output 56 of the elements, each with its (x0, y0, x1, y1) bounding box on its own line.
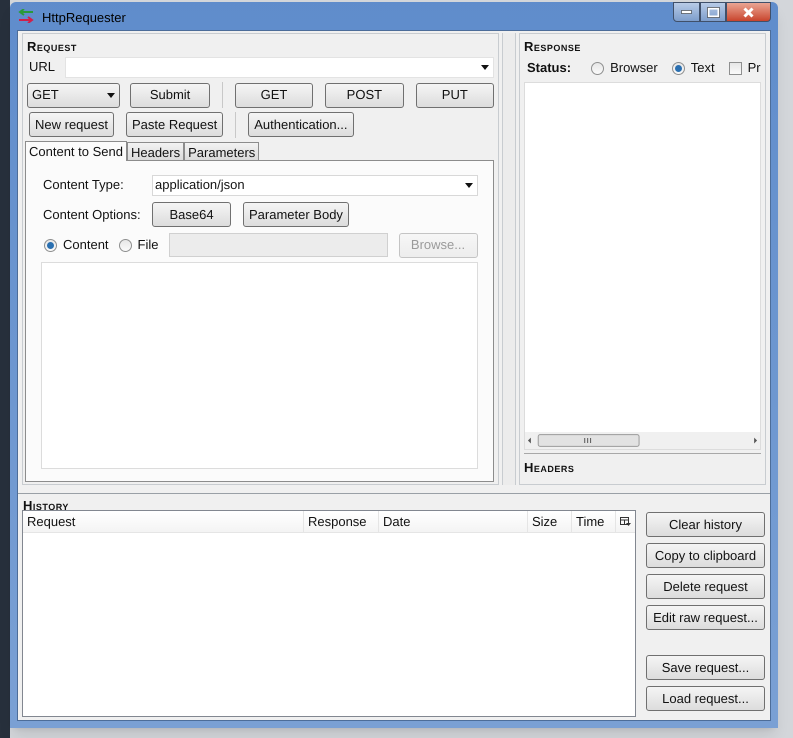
window-title: HttpRequester (42, 9, 126, 27)
tab[interactable]: Content to Send (25, 141, 127, 161)
column-header[interactable]: Response (304, 511, 379, 532)
arrows-icon (18, 9, 34, 23)
column-header[interactable]: Date (379, 511, 528, 532)
submit-button[interactable]: Submit (130, 82, 210, 108)
section-title: History (23, 497, 70, 510)
section-title: Response (524, 38, 582, 54)
section-title: Headers (524, 459, 576, 476)
tab[interactable]: Parameters (184, 142, 260, 160)
radio-button[interactable] (118, 238, 132, 252)
action-button[interactable]: Paste Request (126, 112, 224, 137)
column-header[interactable]: Request (23, 511, 304, 532)
history-button[interactable]: Clear history (646, 512, 765, 537)
history-button[interactable]: Copy to clipboard (646, 543, 765, 568)
radio-label: File (138, 236, 158, 254)
option-button[interactable]: Parameter Body (243, 202, 349, 227)
field-label: Content Type: (43, 176, 125, 194)
content-type-combobox[interactable]: application/json (152, 174, 478, 196)
tab[interactable]: Headers (126, 142, 184, 160)
method-select[interactable]: GET (27, 82, 120, 108)
history-button[interactable]: Load request... (646, 686, 765, 711)
checkbox[interactable] (728, 62, 742, 74)
close-icon (743, 6, 754, 18)
caret-icon (481, 64, 489, 70)
field-label: Content Options: (43, 206, 142, 224)
section-title: Request (27, 38, 78, 54)
option-button[interactable]: Base64 (152, 202, 231, 227)
caret-icon (465, 182, 473, 188)
maximize-button[interactable] (700, 2, 726, 22)
file-path-field[interactable] (168, 233, 388, 257)
radio-label: Text (690, 59, 715, 78)
radio-button[interactable] (44, 238, 57, 252)
history-button[interactable]: Edit raw request... (646, 605, 765, 630)
radio-label: Browser (610, 59, 658, 78)
authentication-button[interactable]: Authentication... (248, 112, 354, 137)
action-button[interactable]: New request (29, 112, 114, 137)
horizontal-scrollbar[interactable] (525, 432, 760, 450)
caret-icon (107, 92, 116, 98)
close-button[interactable] (726, 2, 771, 22)
minimize-icon (681, 10, 692, 14)
field-label: URL (29, 58, 56, 76)
status-label: Status: (527, 59, 572, 78)
column-header[interactable]: Size (528, 511, 572, 532)
history-button[interactable]: Delete request (646, 574, 765, 599)
maximize-icon (706, 6, 720, 18)
minimize-button[interactable] (673, 2, 700, 22)
checkbox-label: Pr (748, 59, 761, 78)
radio-label: Content (63, 236, 109, 254)
radio-button[interactable] (672, 62, 685, 74)
radio-button[interactable] (591, 62, 604, 74)
history-button[interactable]: Save request... (646, 655, 765, 680)
column-header[interactable]: Time (572, 511, 616, 532)
method-button[interactable]: PUT (416, 82, 494, 108)
method-button[interactable]: GET (234, 82, 314, 108)
method-button[interactable]: POST (325, 82, 404, 108)
